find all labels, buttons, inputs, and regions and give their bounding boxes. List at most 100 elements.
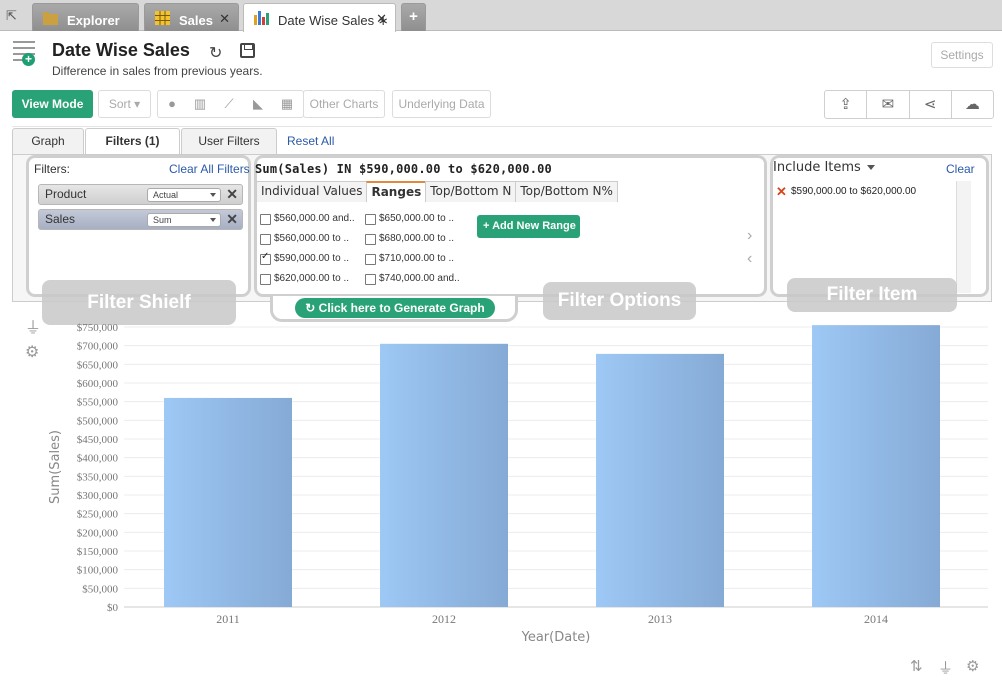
bar-2011[interactable]: [164, 397, 292, 607]
sort-icon[interactable]: ⇅: [910, 657, 923, 675]
add-new-range-button[interactable]: + Add New Range: [477, 215, 580, 238]
tab-ranges[interactable]: Ranges: [366, 181, 427, 202]
filters-label: Filters:: [34, 162, 70, 176]
aggregate-select[interactable]: Sum: [147, 213, 221, 227]
x-tick-label: 2011: [216, 612, 240, 626]
gear-icon[interactable]: ⚙: [966, 657, 979, 675]
overlay-filter-item: Filter Item: [787, 278, 957, 312]
range-checkbox[interactable]: $560,000.00 to ..: [260, 233, 349, 245]
tab-label: Date Wise Sales ∗: [278, 13, 389, 28]
include-item: ✕ $590,000.00 to $620,000.00: [776, 184, 917, 200]
scrollbar[interactable]: [957, 181, 971, 293]
range-checkbox[interactable]: $560,000.00 and..: [260, 213, 355, 225]
range-checkbox[interactable]: $710,000.00 to ..: [365, 253, 454, 265]
overlay-filter-shelf: Filter Shielf: [42, 280, 236, 325]
pie-chart-icon[interactable]: ●: [164, 97, 180, 111]
filter-pill-product[interactable]: Product Actual ✕: [38, 184, 243, 205]
close-icon[interactable]: ✕: [376, 11, 387, 27]
save-icon[interactable]: [240, 43, 255, 58]
tab-explorer[interactable]: Explorer: [32, 3, 139, 31]
settings-button[interactable]: Settings: [931, 42, 993, 68]
y-tick-label: $550,000: [77, 397, 119, 409]
tab-individual-values[interactable]: Individual Values: [256, 181, 368, 202]
bar-chart-icon[interactable]: ▥: [192, 97, 208, 111]
clear-all-filters-link[interactable]: Clear All Filters: [169, 162, 250, 176]
remove-icon[interactable]: ✕: [226, 210, 238, 229]
y-tick-label: $100,000: [77, 565, 119, 577]
y-tick-label: $450,000: [77, 434, 119, 446]
include-item-label: $590,000.00 to $620,000.00: [791, 186, 917, 197]
y-tick-label: $50,000: [82, 583, 118, 595]
filter-pill-sales[interactable]: Sales Sum ✕: [38, 209, 243, 230]
y-tick-label: $400,000: [77, 453, 119, 465]
action-buttons: ⇪ ✉ ⋖ ☁: [824, 90, 994, 119]
sort-button[interactable]: Sort ▾: [98, 90, 151, 118]
area-chart-icon[interactable]: ◣: [250, 97, 266, 111]
email-icon[interactable]: ✉: [867, 91, 910, 118]
bar-2013[interactable]: [596, 353, 724, 607]
x-tick-label: 2013: [648, 612, 672, 626]
add-icon[interactable]: +: [22, 53, 35, 66]
table-icon[interactable]: ▦: [279, 97, 295, 111]
generate-label: Click here to Generate Graph: [318, 301, 485, 315]
share-icon[interactable]: ⋖: [910, 91, 952, 118]
tab-label: Explorer: [67, 13, 120, 28]
bar-2012[interactable]: [380, 343, 508, 607]
menu-icon[interactable]: +: [13, 41, 35, 67]
aggregate-select[interactable]: Actual: [147, 188, 221, 202]
generate-graph-button[interactable]: ↻ Click here to Generate Graph: [295, 298, 495, 318]
plus-icon: +: [483, 220, 493, 232]
y-tick-label: $350,000: [77, 471, 119, 483]
y-tick-label: $750,000: [77, 322, 119, 334]
range-checkbox[interactable]: $620,000.00 to ..: [260, 273, 349, 285]
refresh-icon[interactable]: ↻: [209, 43, 222, 63]
underlying-data-button[interactable]: Underlying Data: [392, 90, 491, 118]
new-tab-button[interactable]: +: [401, 3, 426, 31]
tab-filters[interactable]: Filters (1): [85, 128, 180, 156]
filter-option-tabs: Individual Values Ranges Top/Bottom N To…: [256, 181, 618, 202]
tab-top-bottom-n-percent[interactable]: Top/Bottom N%: [515, 181, 618, 202]
filter-condition-title: Sum(Sales) IN $590,000.00 to $620,000.00: [255, 162, 552, 176]
y-tick-label: $700,000: [77, 341, 119, 353]
remove-icon[interactable]: ✕: [226, 185, 238, 204]
tab-top-bottom-n[interactable]: Top/Bottom N: [425, 181, 517, 202]
y-tick-label: $150,000: [77, 546, 119, 558]
y-tick-label: $600,000: [77, 378, 119, 390]
refresh-icon: ↻: [305, 301, 319, 315]
other-charts-button[interactable]: Other Charts: [303, 90, 385, 118]
include-items-list: [773, 181, 957, 293]
range-checkbox[interactable]: $650,000.00 to ..: [365, 213, 454, 225]
range-checkbox[interactable]: $740,000.00 and..: [365, 273, 460, 285]
publish-icon[interactable]: ☁: [952, 91, 993, 118]
range-checkbox-checked[interactable]: $590,000.00 to ..: [260, 251, 349, 265]
tab-user-filters[interactable]: User Filters: [181, 128, 277, 155]
y-tick-label: $650,000: [77, 359, 119, 371]
tab-sales[interactable]: Sales ✕: [144, 3, 239, 31]
filter-icon[interactable]: ⏚: [938, 657, 953, 678]
bar-2014[interactable]: [812, 325, 940, 607]
x-axis-label: Year(Date): [521, 630, 591, 645]
range-checkbox[interactable]: $680,000.00 to ..: [365, 233, 454, 245]
tab-graph[interactable]: Graph: [12, 128, 84, 155]
y-tick-label: $500,000: [77, 415, 119, 427]
chevron-right-icon[interactable]: ›: [747, 227, 752, 245]
reset-all-link[interactable]: Reset All: [287, 134, 334, 148]
line-chart-icon[interactable]: ⟋: [221, 97, 237, 111]
view-mode-button[interactable]: View Mode: [12, 90, 93, 118]
filter-pill-label: Product: [45, 187, 87, 201]
remove-icon[interactable]: ✕: [776, 184, 787, 200]
y-tick-label: $300,000: [77, 490, 119, 502]
tab-label: Sales: [179, 13, 213, 28]
back-icon[interactable]: ⇱: [6, 8, 24, 24]
close-icon[interactable]: ✕: [219, 11, 230, 27]
page-title: Date Wise Sales: [52, 40, 190, 60]
clear-link[interactable]: Clear: [946, 162, 975, 176]
y-axis-label: Sum(Sales): [48, 430, 63, 504]
chevron-left-icon[interactable]: ‹: [747, 250, 752, 268]
x-tick-label: 2012: [432, 612, 456, 626]
include-items-dropdown[interactable]: Include Items: [773, 160, 875, 175]
export-icon[interactable]: ⇪: [825, 91, 868, 118]
bar-chart: $0 $50,000 $100,000 $150,000 $200,000 $250,00…: [48, 322, 988, 645]
tab-date-wise-sales[interactable]: Date Wise Sales ∗ ✕: [243, 3, 396, 32]
filter-pill-label: Sales: [45, 212, 76, 226]
